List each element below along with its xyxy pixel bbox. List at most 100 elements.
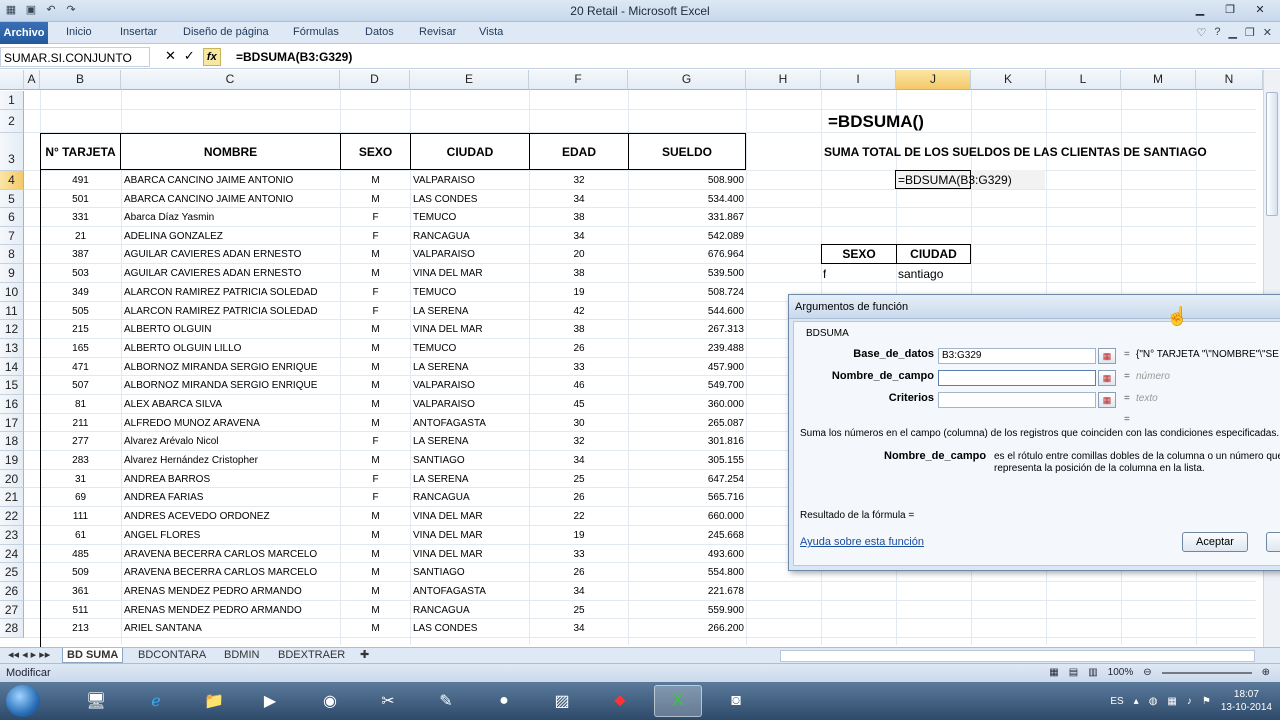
zoom-in-icon[interactable]: ⊕ [1262,667,1270,678]
header-sueldo[interactable]: SUELDO [628,133,746,170]
table-cell[interactable]: 501 [40,194,121,205]
table-cell[interactable]: 25 [529,605,629,616]
table-cell[interactable]: 265.087 [628,418,744,429]
table-cell[interactable]: 26 [529,567,629,578]
table-cell[interactable]: LAS CONDES [413,623,527,634]
table-cell[interactable]: VIÑA DEL MAR [413,324,527,335]
row-header[interactable]: 26 [0,582,24,601]
table-cell[interactable]: M [340,380,411,391]
app-icon[interactable]: ● [480,685,528,717]
table-cell[interactable]: 549.700 [628,380,744,391]
table-cell[interactable]: VIÑA DEL MAR [413,530,527,541]
tab-archivo[interactable]: Archivo [0,22,48,44]
table-cell[interactable]: M [340,399,411,410]
camera-icon[interactable]: ◙ [712,685,760,717]
table-cell[interactable]: 511 [40,605,121,616]
arg-input-base[interactable]: B3:G329 [938,348,1096,364]
header-sexo[interactable]: SEXO [340,133,411,170]
table-cell[interactable]: M [340,362,411,373]
row-header[interactable]: 8 [0,245,24,264]
table-cell[interactable]: 245.668 [628,530,744,541]
table-cell[interactable]: M [340,175,411,186]
table-cell[interactable]: 22 [529,511,629,522]
table-cell[interactable]: VALPARAISO [413,380,527,391]
ribbon-collapse-icon[interactable]: ♡ [1196,26,1206,39]
table-cell[interactable]: 331 [40,212,121,223]
table-cell[interactable]: AGUILAR CAVIERES ADAN ERNESTO [124,268,338,279]
table-cell[interactable]: F [340,436,411,447]
table-cell[interactable]: ABARCA CANCINO JAIME ANTONIO [124,175,338,186]
tab-insertar[interactable]: Insertar [120,26,157,38]
tab-diseno-pagina[interactable]: Diseño de página [183,26,269,38]
table-cell[interactable]: 46 [529,380,629,391]
table-cell[interactable]: ANDREA FARIAS [124,492,338,503]
enter-formula-icon[interactable]: ✓ [184,48,195,66]
table-cell[interactable]: 565.716 [628,492,744,503]
table-cell[interactable]: ARAVENA BECERRA CARLOS MARCELO [124,549,338,560]
tab-formulas[interactable]: Fórmulas [293,26,339,38]
table-cell[interactable]: ANGEL FLORES [124,530,338,541]
window-restore-icon[interactable]: ❐ [1245,26,1255,39]
normal-view-icon[interactable]: ▦ [1049,667,1058,678]
table-cell[interactable]: F [340,212,411,223]
table-cell[interactable]: ALBERTO OLGUIN LILLO [124,343,338,354]
row-header[interactable]: 11 [0,302,24,320]
table-cell[interactable]: 331.867 [628,212,744,223]
table-cell[interactable]: 505 [40,306,121,317]
table-cell[interactable]: 305.155 [628,455,744,466]
column-header-i[interactable]: I [821,70,896,90]
table-cell[interactable]: 34 [529,623,629,634]
table-cell[interactable]: 20 [529,249,629,260]
table-cell[interactable]: M [340,623,411,634]
table-cell[interactable]: ALBERTO OLGUIN [124,324,338,335]
notes-icon[interactable]: ✎ [422,685,470,717]
ok-button[interactable]: Aceptar [1182,532,1248,552]
row-header[interactable]: 4 [0,171,24,190]
table-cell[interactable]: M [340,586,411,597]
table-cell[interactable]: F [340,231,411,242]
row-header[interactable]: 6 [0,208,24,227]
table-cell[interactable]: F [340,306,411,317]
table-cell[interactable]: 507 [40,380,121,391]
table-cell[interactable]: 38 [529,268,629,279]
table-cell[interactable]: 34 [529,455,629,466]
table-cell[interactable]: LA SERENA [413,362,527,373]
tray-arrow-icon[interactable]: ▴ [1134,696,1139,707]
tab-revisar[interactable]: Revisar [419,26,456,38]
table-cell[interactable]: ALBORNOZ MIRANDA SERGIO ENRIQUE [124,380,338,391]
tray-app-icon[interactable]: ◍ [1149,696,1158,707]
volume-icon[interactable]: ♪ [1187,696,1192,707]
table-cell[interactable]: F [340,492,411,503]
row-header[interactable]: 28 [0,619,24,638]
horizontal-scrollbar[interactable] [780,650,1255,662]
table-cell[interactable]: 267.313 [628,324,744,335]
header-nombre[interactable]: NOMBRE [120,133,341,170]
new-sheet-icon[interactable]: ✚ [356,648,373,663]
table-cell[interactable]: 69 [40,492,121,503]
table-cell[interactable]: Abarca Díaz Yasmin [124,212,338,223]
table-cell[interactable]: M [340,324,411,335]
table-cell[interactable]: LA SERENA [413,306,527,317]
table-cell[interactable]: ANDREA BARROS [124,474,338,485]
criteria-header-sexo[interactable]: SEXO [821,244,897,264]
column-header-k[interactable]: K [971,70,1046,90]
chrome-icon[interactable]: ◉ [306,685,354,717]
table-cell[interactable]: 508.724 [628,287,744,298]
column-header-e[interactable]: E [410,70,529,90]
table-cell[interactable]: M [340,605,411,616]
table-cell[interactable]: M [340,549,411,560]
tab-datos[interactable]: Datos [365,26,394,38]
table-cell[interactable]: 26 [529,492,629,503]
table-cell[interactable]: Álvarez Hernández Cristopher [124,455,338,466]
sheet-nav-arrows[interactable]: ◂◂ ◂ ▸ ▸▸ [4,648,54,663]
header-ciudad[interactable]: CIUDAD [410,133,530,170]
table-cell[interactable]: 266.200 [628,623,744,634]
header-edad[interactable]: EDAD [529,133,629,170]
table-cell[interactable]: VALPARAISO [413,399,527,410]
minimize-button[interactable]: ▁ [1186,2,1214,18]
table-cell[interactable]: 491 [40,175,121,186]
cell-j4-editing[interactable]: =BDSUMA(B3:G329) [895,170,1012,189]
table-cell[interactable]: 239.488 [628,343,744,354]
table-cell[interactable]: 503 [40,268,121,279]
internet-explorer-icon[interactable]: ℯ [132,685,180,717]
